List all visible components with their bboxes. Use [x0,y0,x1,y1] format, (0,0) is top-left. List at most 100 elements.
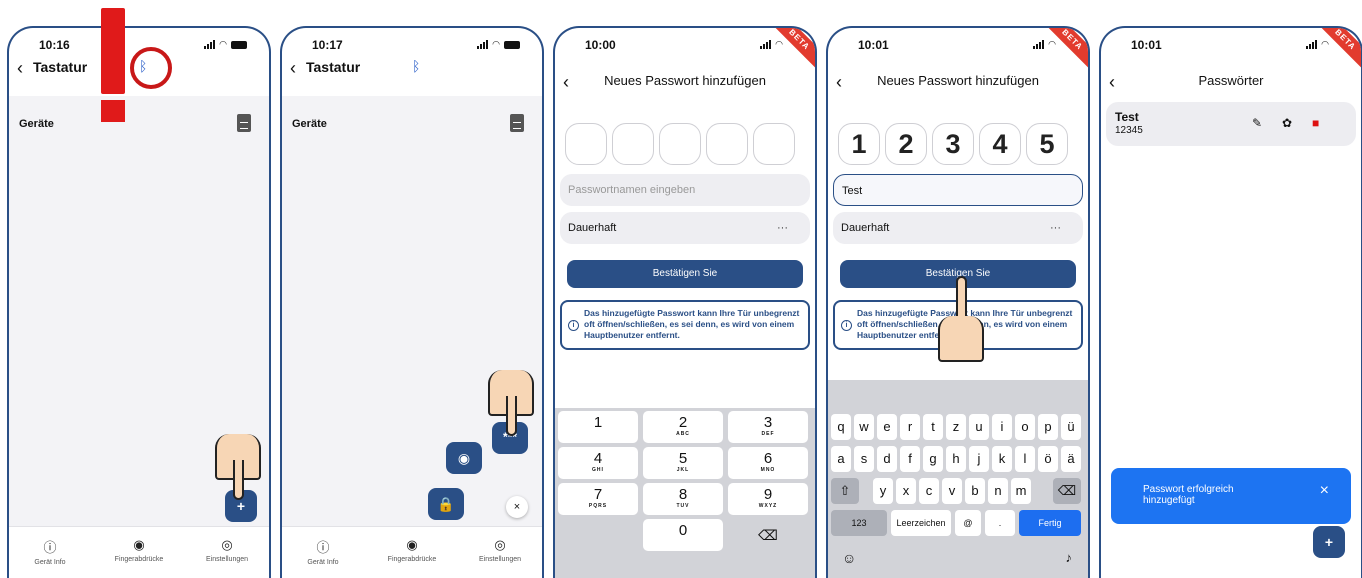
back-chevron-icon[interactable]: ‹ [17,56,23,80]
lock-icon: 🔒 [437,496,455,512]
key[interactable]: n [988,478,1008,504]
numkey[interactable]: 9 WXYZ [728,483,808,515]
settings-gear-icon[interactable]: ✿ [1282,116,1292,130]
pin-box[interactable]: 1 [838,123,880,165]
microphone-icon[interactable]: ♪ [1066,550,1073,565]
fingerprint-icon: ◉ [133,537,145,552]
key[interactable]: j [969,446,989,472]
back-chevron-icon[interactable]: ‹ [290,56,296,80]
fingerprint-fab-button[interactable]: ◉ [446,442,482,474]
emoji-icon[interactable]: ☺ [842,550,856,566]
numkey[interactable]: 8 TUV [643,483,723,515]
key[interactable]: g [923,446,943,472]
dot-key[interactable]: . [985,510,1015,536]
pin-box[interactable]: 5 [1026,123,1068,165]
signal-icon [760,40,772,49]
key[interactable]: q [831,414,851,440]
pin-box[interactable] [565,123,607,165]
delete-trash-icon[interactable]: ■ [1312,116,1319,130]
at-key[interactable]: @ [955,510,981,536]
key[interactable]: u [969,414,989,440]
numkey[interactable]: 0 [643,519,723,551]
signal-icon [204,40,216,49]
info-text: Das hinzugefügte Passwort kann Ihre Tür … [584,308,800,340]
key[interactable]: ä [1061,446,1081,472]
wifi-icon: ◠ [775,39,783,49]
nav-settings[interactable]: ◎ Einstellungen [187,537,267,563]
delete-key-icon[interactable]: ⌫ [728,519,808,551]
nav-fingerprints[interactable]: ◉ Fingerabdrücke [99,537,179,563]
numkey[interactable]: 7 PQRS [558,483,638,515]
nav-device-info[interactable]: ⓘ Gerät Info [283,537,363,566]
key[interactable]: x [896,478,916,504]
document-icon[interactable] [510,114,524,132]
pin-box[interactable]: 2 [885,123,927,165]
nav-fingerprints[interactable]: ◉ Fingerabdrücke [372,537,452,563]
edit-pencil-icon[interactable]: ✎ [1252,116,1262,130]
nav-settings[interactable]: ◎ Einstellungen [460,537,540,563]
warning-exclamation-icon [101,8,125,94]
nav-label: Einstellungen [205,556,249,563]
success-toast: Passwort erfolgreich hinzugefügt × [1111,468,1351,524]
key[interactable]: i [992,414,1012,440]
close-fab-button[interactable]: × [506,496,528,518]
devices-label: Geräte [19,118,54,130]
fingerprint-icon: ◉ [457,450,471,466]
password-name-input[interactable]: Test [833,174,1083,206]
key[interactable]: s [854,446,874,472]
key[interactable]: c [919,478,939,504]
pin-box[interactable] [659,123,701,165]
key[interactable]: t [923,414,943,440]
key[interactable]: p [1038,414,1058,440]
card-fab-button[interactable]: 🔒 [428,488,464,520]
numbers-key[interactable]: 123 [831,510,887,536]
key[interactable]: ü [1061,414,1081,440]
key[interactable]: f [900,446,920,472]
password-name-input[interactable]: Passwortnamen eingeben [560,174,810,206]
pin-box[interactable] [753,123,795,165]
info-box: i Das hinzugefügte Passwort kann Ihre Tü… [560,300,810,350]
key[interactable]: w [854,414,874,440]
add-fab-button[interactable]: + [1313,526,1345,558]
pin-boxes[interactable]: 1 2 3 4 5 [838,123,1068,165]
key[interactable]: r [900,414,920,440]
bluetooth-icon[interactable]: ᛒ [412,58,420,74]
key[interactable]: h [946,446,966,472]
shift-key-icon[interactable]: ⇧ [831,478,859,504]
pin-boxes[interactable] [565,123,795,165]
key[interactable]: e [877,414,897,440]
key[interactable]: o [1015,414,1035,440]
confirm-button[interactable]: Bestätigen Sie [567,260,803,288]
pointing-hand-icon [215,402,261,500]
close-icon[interactable]: × [1320,483,1329,499]
key[interactable]: l [1015,446,1035,472]
key[interactable]: v [942,478,962,504]
key[interactable]: d [877,446,897,472]
key[interactable]: m [1011,478,1031,504]
pin-box[interactable]: 3 [932,123,974,165]
key[interactable]: a [831,446,851,472]
pin-box[interactable] [706,123,748,165]
document-icon[interactable] [237,114,251,132]
key[interactable]: z [946,414,966,440]
pin-box[interactable]: 4 [979,123,1021,165]
space-key[interactable]: Leerzeichen [891,510,951,536]
duration-select[interactable]: Dauerhaft ··· [560,212,810,244]
key[interactable]: y [873,478,893,504]
duration-select[interactable]: Dauerhaft ··· [833,212,1083,244]
key[interactable]: k [992,446,1012,472]
pin-box[interactable] [612,123,654,165]
numkey[interactable]: 6 MNO [728,447,808,479]
done-key[interactable]: Fertig [1019,510,1081,536]
key[interactable]: b [965,478,985,504]
header: ‹ Neues Passwort hinzufügen [828,56,1088,92]
key[interactable]: ö [1038,446,1058,472]
numkey[interactable]: 3 DEF [728,411,808,443]
numkey[interactable]: 2 ABC [643,411,723,443]
numkey[interactable]: 5 JKL [643,447,723,479]
numkey[interactable]: 1 [558,411,638,443]
password-list-item[interactable]: Test 12345 ✎ ✿ ■ [1106,102,1356,146]
nav-device-info[interactable]: ⓘ Gerät Info [10,537,90,566]
numkey[interactable]: 4 GHI [558,447,638,479]
backspace-key-icon[interactable]: ⌫ [1053,478,1081,504]
